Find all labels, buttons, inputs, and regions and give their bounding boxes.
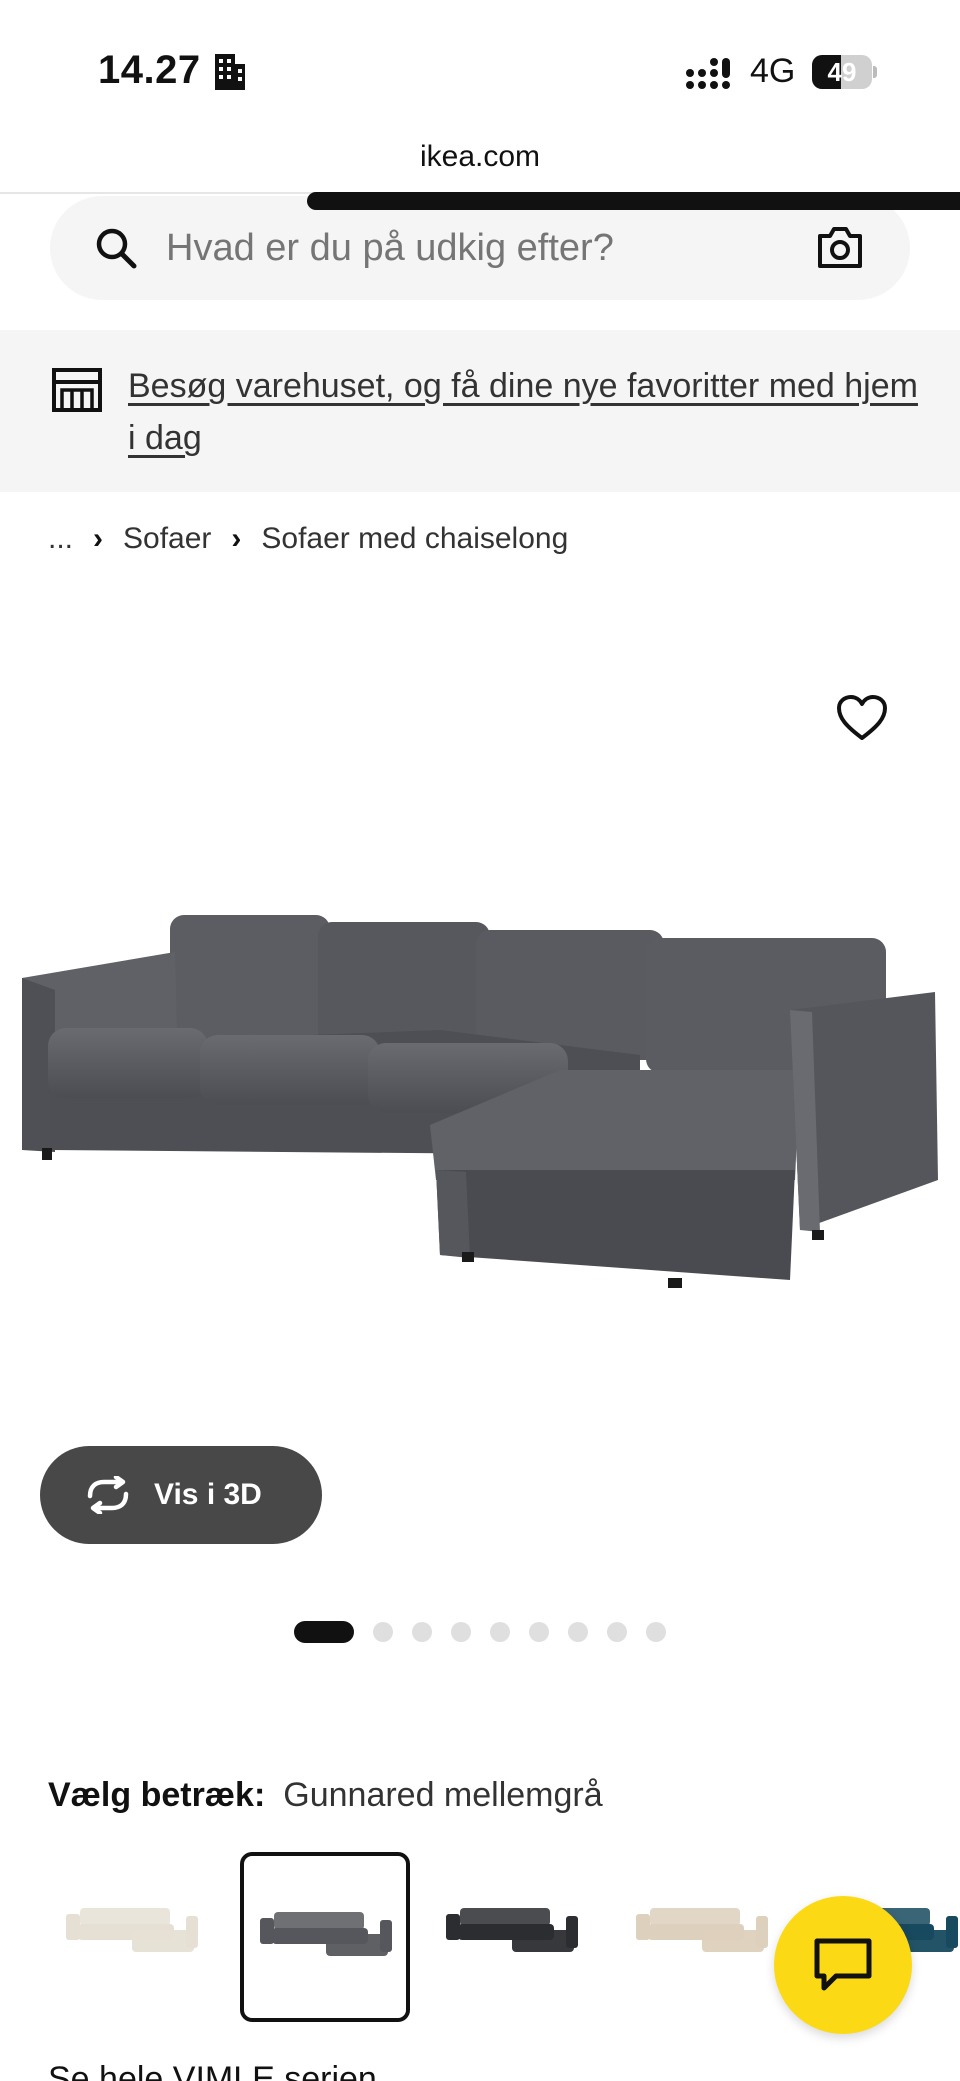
rotate-3d-icon [87, 1476, 129, 1514]
carousel-dot[interactable] [568, 1622, 588, 1642]
status-bar: 14.27 4G 49 ikea.com [0, 0, 960, 173]
breadcrumb: ... › Sofaer › Sofaer med chaiselong [48, 522, 568, 556]
grey-sofa-thumbnail [260, 1912, 392, 1956]
carousel-dot[interactable] [451, 1622, 471, 1642]
store-visit-link[interactable]: Besøg varehuset, og få dine nye favoritt… [128, 360, 918, 464]
cover-swatch-grey-sofa[interactable] [240, 1852, 410, 2022]
battery-level: 49 [827, 57, 857, 87]
carousel-dot[interactable] [294, 1621, 354, 1643]
network-type: 4G [750, 52, 796, 90]
carousel-dot[interactable] [607, 1622, 627, 1642]
store-banner: Besøg varehuset, og få dine nye favoritt… [0, 330, 960, 492]
store-icon [52, 368, 102, 412]
carousel-dot[interactable] [490, 1622, 510, 1642]
breadcrumb-item-chaiselong[interactable]: Sofaer med chaiselong [261, 522, 568, 556]
product-image[interactable] [0, 880, 960, 1300]
status-time: 14.27 [98, 48, 201, 92]
chat-icon [814, 1938, 872, 1991]
chevron-right-icon: › [231, 522, 242, 555]
image-carousel-dots [294, 1621, 685, 1643]
search-input[interactable] [166, 196, 806, 300]
cover-label: Vælg betræk: [48, 1776, 266, 1814]
building-icon [215, 54, 245, 90]
camera-icon[interactable] [816, 224, 864, 270]
carousel-dot[interactable] [646, 1622, 666, 1642]
cover-swatch-beige-sofa[interactable] [50, 1852, 220, 2022]
breadcrumb-item-sofaer[interactable]: Sofaer [123, 522, 211, 556]
carousel-dot[interactable] [412, 1622, 432, 1642]
cover-selection-label: Vælg betræk: Gunnared mellemgrå [48, 1776, 603, 1815]
carousel-dot[interactable] [373, 1622, 393, 1642]
light-beige-sofa-thumbnail [636, 1908, 768, 1952]
search-bar[interactable] [50, 196, 910, 300]
cover-swatch-dark-grey-sofa[interactable] [430, 1852, 600, 2022]
search-icon[interactable] [94, 226, 138, 270]
page-load-progress [307, 192, 960, 210]
series-link[interactable]: Se hele VIMLE serien [48, 2060, 377, 2081]
cover-swatch-light-beige-sofa[interactable] [620, 1852, 790, 2022]
url-bar[interactable]: ikea.com [0, 140, 960, 174]
chevron-right-icon: › [93, 522, 104, 555]
beige-sofa-thumbnail [66, 1908, 198, 1952]
dark-grey-sofa-thumbnail [446, 1908, 578, 1952]
carousel-dot[interactable] [529, 1622, 549, 1642]
chat-button[interactable] [774, 1896, 912, 2034]
battery-icon: 49 [812, 55, 877, 89]
view-3d-button[interactable]: Vis i 3D [40, 1446, 322, 1544]
heart-icon[interactable] [836, 694, 888, 742]
cover-selected-value: Gunnared mellemgrå [283, 1776, 603, 1814]
view-3d-label: Vis i 3D [154, 1478, 262, 1511]
signal-icon [686, 58, 730, 89]
breadcrumb-ellipsis[interactable]: ... [48, 522, 73, 556]
